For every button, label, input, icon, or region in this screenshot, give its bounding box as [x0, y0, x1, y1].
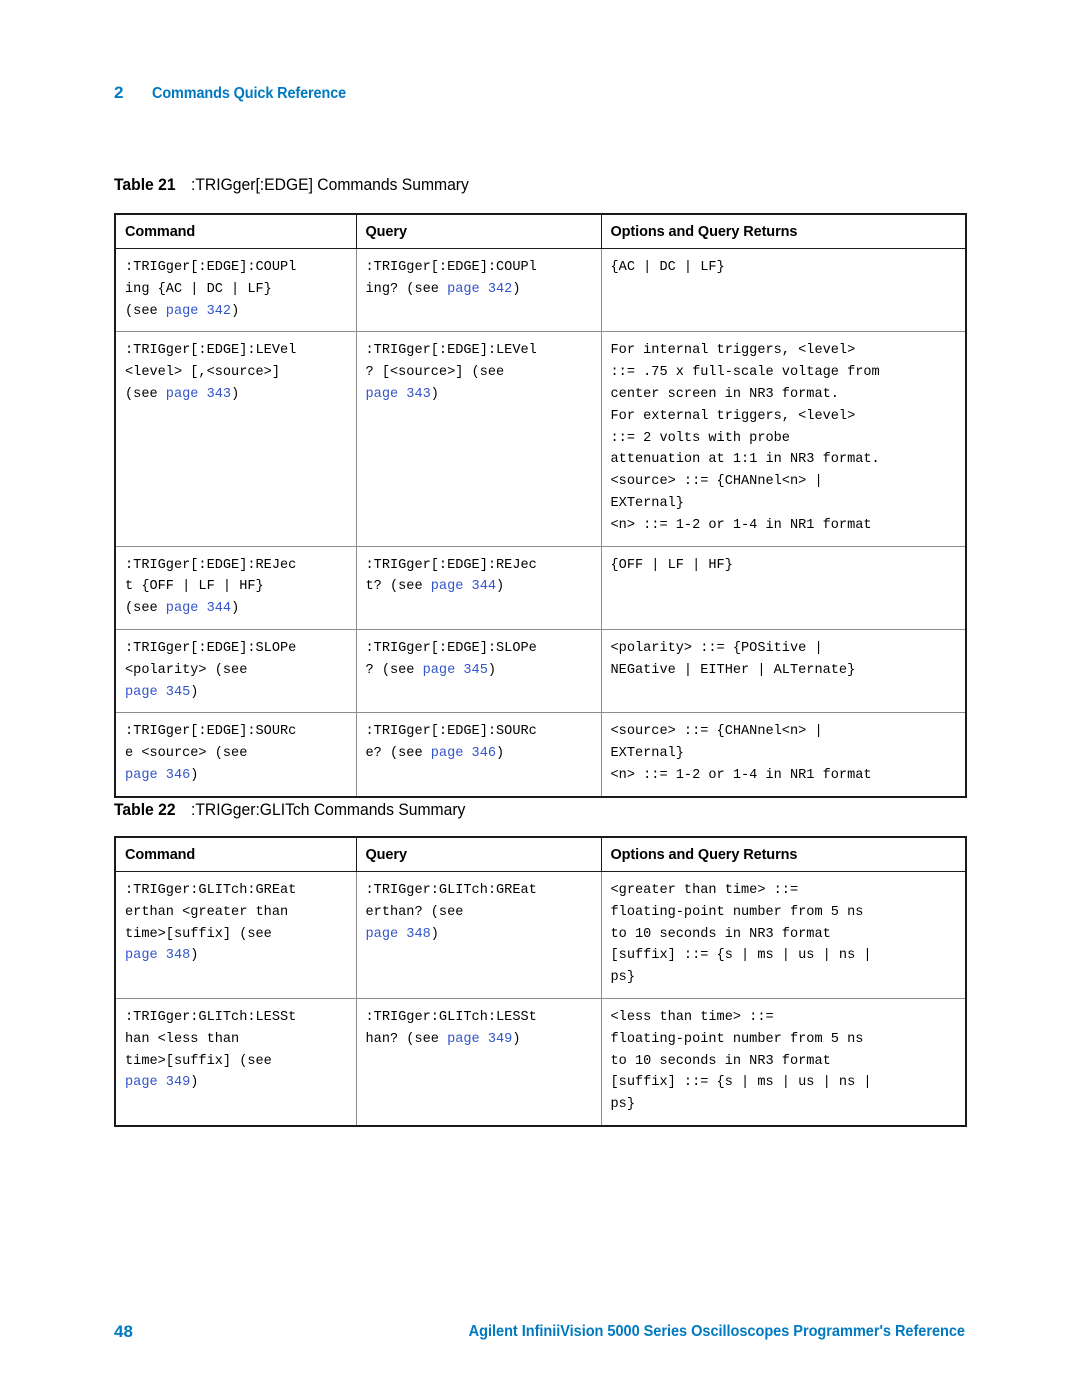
table-row: :TRIGger[:EDGE]:REJec t {OFF | LF | HF} …: [114, 546, 967, 630]
cell-options: <polarity> ::= {POSitive | NEGative | EI…: [601, 629, 967, 714]
cell-query: :TRIGger:GLITch:GREat erthan? (see page …: [356, 871, 602, 999]
cell-command: :TRIGger[:EDGE]:REJec t {OFF | LF | HF} …: [114, 546, 357, 630]
page-reference-link[interactable]: page 348: [366, 927, 431, 942]
cell-command: :TRIGger[:EDGE]:LEVel <level> [,<source>…: [114, 331, 357, 547]
cell-text: :TRIGger:GLITch:GREat erthan <greater th…: [125, 883, 297, 942]
cell-text: :TRIGger:GLITch:GREat erthan? (see: [365, 883, 537, 920]
table-caption: Table 22 :TRIGger:GLITch Commands Summar…: [114, 801, 480, 820]
document-page: 2 Commands Quick Reference Table 21 :TRI…: [0, 0, 1080, 1397]
cell-query: :TRIGger[:EDGE]:REJec t? (see page 344): [356, 546, 602, 630]
cell-options: {OFF | LF | HF}: [601, 546, 967, 630]
cell-text: ): [190, 684, 199, 700]
cell-options: <source> ::= {CHANnel<n> | EXTernal} <n>…: [601, 712, 967, 798]
page-reference-link[interactable]: page 345: [125, 685, 190, 700]
cell-command: :TRIGger:GLITch:GREat erthan <greater th…: [114, 871, 357, 999]
cell-text: ): [430, 386, 439, 402]
cell-text: :TRIGger[:EDGE]:SOURc e <source> (see: [125, 724, 297, 762]
commands-summary-table: Command Query Options and Query Returns …: [114, 213, 967, 798]
running-header: 2 Commands Quick Reference: [114, 83, 361, 103]
cell-text: :TRIGger[:EDGE]:SLOPe <polarity> (see: [125, 640, 297, 678]
page-reference-link[interactable]: page 342: [447, 282, 512, 297]
cell-options: For internal triggers, <level> ::= .75 x…: [601, 331, 967, 547]
page-reference-link[interactable]: page 348: [125, 948, 190, 963]
table-row: :TRIGger[:EDGE]:COUPl ing {AC | DC | LF}…: [114, 248, 967, 333]
table-caption-text: :TRIGger:GLITch Commands Summary: [190, 801, 466, 819]
column-header-options: Options and Query Returns: [601, 213, 967, 249]
page-reference-link[interactable]: page 344: [431, 579, 496, 594]
cell-command: :TRIGger:GLITch:LESSt han <less than tim…: [114, 998, 357, 1127]
cell-text: <polarity> ::= {POSitive | NEGative | EI…: [610, 640, 856, 678]
table-body: :TRIGger[:EDGE]:COUPl ing {AC | DC | LF}…: [114, 248, 967, 798]
page-reference-link[interactable]: page 342: [166, 304, 231, 319]
table-row: :TRIGger[:EDGE]:SLOPe <polarity> (see pa…: [114, 629, 967, 714]
cell-query: :TRIGger[:EDGE]:SLOPe ? (see page 345): [356, 629, 602, 714]
footer-document-title: Agilent InfiniiVision 5000 Series Oscill…: [468, 1323, 965, 1340]
table-row: :TRIGger[:EDGE]:SOURc e <source> (see pa…: [114, 712, 967, 798]
cell-text: :TRIGger[:EDGE]:LEVel ? [<source>] (see: [365, 343, 537, 381]
cell-command: :TRIGger[:EDGE]:COUPl ing {AC | DC | LF}…: [114, 248, 357, 333]
cell-text: {OFF | LF | HF}: [610, 557, 733, 573]
cell-options: {AC | DC | LF}: [601, 248, 967, 333]
table-caption-label: Table 22: [114, 801, 176, 819]
cell-text: ): [430, 926, 439, 942]
cell-text: For internal triggers, <level> ::= .75 x…: [610, 343, 880, 533]
column-header-command: Command: [114, 836, 357, 872]
cell-text: ): [512, 1031, 521, 1047]
table-caption-label: Table 21: [114, 176, 176, 194]
cell-query: :TRIGger:GLITch:LESSt han? (see page 349…: [356, 998, 602, 1127]
table-header-row: Command Query Options and Query Returns: [114, 836, 967, 872]
cell-text: ): [231, 386, 240, 402]
cell-text: {AC | DC | LF}: [610, 260, 725, 275]
cell-query: :TRIGger[:EDGE]:SOURc e? (see page 346): [356, 712, 602, 798]
column-header-query: Query: [356, 213, 602, 249]
commands-summary-table: Command Query Options and Query Returns …: [114, 836, 967, 1127]
cell-text: <less than time> ::= floating-point numb…: [610, 1009, 872, 1113]
cell-text: :TRIGger:GLITch:LESSt han <less than tim…: [125, 1009, 297, 1069]
cell-text: ): [190, 948, 199, 964]
table-header-row: Command Query Options and Query Returns: [114, 213, 967, 249]
cell-text: <source> ::= {CHANnel<n> | EXTernal} <n>…: [610, 724, 872, 783]
cell-text: ): [496, 579, 505, 595]
cell-options: <greater than time> ::= floating-point n…: [601, 871, 967, 999]
chapter-title: Commands Quick Reference: [152, 85, 347, 102]
cell-query: :TRIGger[:EDGE]:LEVel ? [<source>] (see …: [356, 331, 602, 547]
table-caption: Table 21 :TRIGger[:EDGE] Commands Summar…: [114, 176, 483, 195]
cell-text: ): [231, 303, 240, 319]
page-reference-link[interactable]: page 346: [431, 746, 496, 761]
table-row: :TRIGger:GLITch:GREat erthan <greater th…: [114, 871, 967, 999]
column-header-options: Options and Query Returns: [601, 836, 967, 872]
cell-text: ): [496, 746, 505, 762]
column-header-query: Query: [356, 836, 602, 872]
page-reference-link[interactable]: page 343: [166, 387, 231, 402]
table-row: :TRIGger:GLITch:LESSt han <less than tim…: [114, 998, 967, 1127]
cell-command: :TRIGger[:EDGE]:SOURc e <source> (see pa…: [114, 712, 357, 798]
cell-text: <greater than time> ::= floating-point n…: [610, 883, 872, 986]
page-reference-link[interactable]: page 349: [447, 1032, 512, 1047]
cell-query: :TRIGger[:EDGE]:COUPl ing? (see page 342…: [356, 248, 602, 333]
chapter-number: 2: [114, 83, 124, 102]
cell-text: ): [190, 1075, 199, 1091]
table-row: :TRIGger[:EDGE]:LEVel <level> [,<source>…: [114, 331, 967, 547]
page-reference-link[interactable]: page 343: [366, 387, 431, 402]
footer-page-number: 48: [114, 1322, 133, 1341]
cell-text: ): [190, 767, 199, 783]
column-header-command: Command: [114, 213, 357, 249]
cell-options: <less than time> ::= floating-point numb…: [601, 998, 967, 1127]
page-reference-link[interactable]: page 346: [125, 768, 190, 783]
cell-text: ): [487, 662, 497, 678]
page-reference-link[interactable]: page 344: [166, 601, 231, 616]
table-caption-text: :TRIGger[:EDGE] Commands Summary: [190, 176, 469, 194]
table-body: :TRIGger:GLITch:GREat erthan <greater th…: [114, 871, 967, 1127]
page-reference-link[interactable]: page 345: [423, 663, 488, 678]
page-reference-link[interactable]: page 349: [125, 1075, 190, 1090]
cell-text: ): [231, 601, 240, 617]
cell-text: ): [512, 281, 521, 297]
cell-command: :TRIGger[:EDGE]:SLOPe <polarity> (see pa…: [114, 629, 357, 714]
